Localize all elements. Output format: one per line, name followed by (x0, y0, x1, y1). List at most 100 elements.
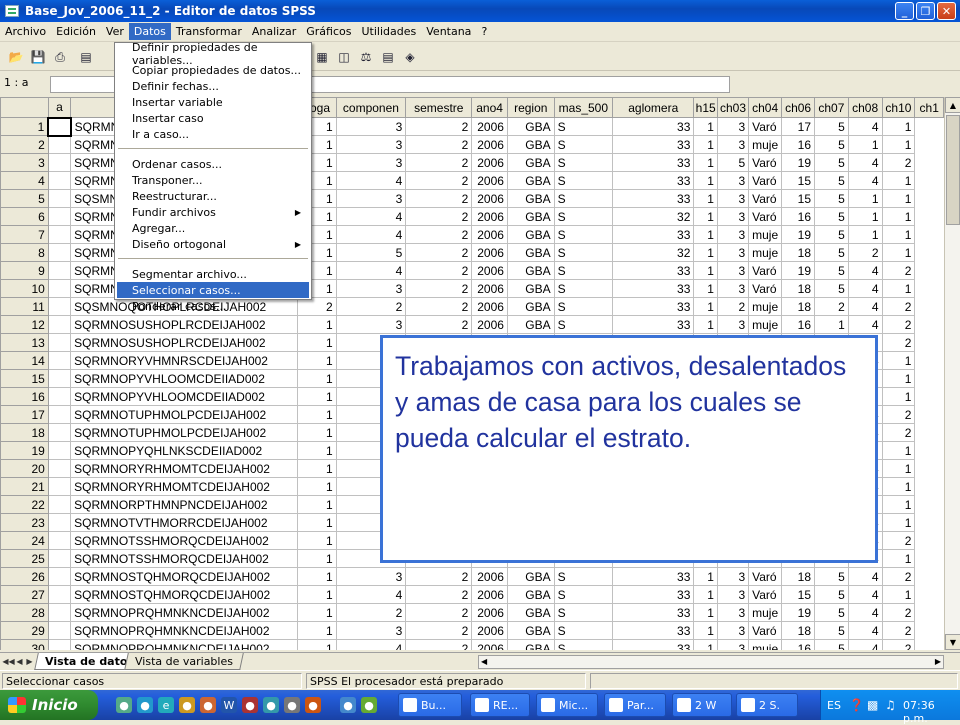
data-cell[interactable]: GBA (506, 189, 555, 208)
column-header[interactable]: ch08 (847, 97, 883, 118)
data-cell[interactable]: GBA (506, 225, 555, 244)
task-button[interactable]: Mic... (536, 693, 598, 717)
quicklaunch-icon[interactable]: ● (137, 697, 153, 713)
data-cell[interactable]: 2 (814, 297, 849, 316)
data-cell[interactable]: 2 (847, 243, 883, 262)
data-cell[interactable]: 5 (814, 171, 849, 190)
task-button[interactable]: Par... (604, 693, 666, 717)
data-cell[interactable]: 2 (881, 153, 916, 172)
close-button[interactable]: ✕ (937, 2, 956, 20)
data-cell[interactable]: 33 (612, 585, 695, 604)
data-cell[interactable]: 4 (847, 171, 883, 190)
data-cell[interactable]: 1 (296, 369, 337, 388)
start-button[interactable]: Inicio (0, 690, 98, 720)
menu-item-ordenar-casos[interactable]: Ordenar casos... (117, 156, 309, 172)
data-cell[interactable]: 5 (814, 603, 849, 622)
data-cell[interactable]: 33 (612, 603, 695, 622)
data-cell[interactable]: 1 (693, 189, 718, 208)
data-cell[interactable]: 15 (781, 585, 816, 604)
data-cell[interactable]: 4 (847, 315, 883, 334)
data-cell[interactable]: SQRMNOSTQHMORQCDEIJAH002 (70, 585, 298, 604)
data-cell[interactable]: 1 (296, 639, 337, 650)
data-cell[interactable] (47, 513, 72, 532)
data-cell[interactable]: 2006 (471, 225, 508, 244)
data-cell[interactable]: 2 (405, 639, 473, 650)
quicklaunch-icon[interactable]: ● (179, 697, 195, 713)
menu-analizar[interactable]: Analizar (247, 23, 301, 40)
data-cell[interactable]: 5 (814, 585, 849, 604)
column-header[interactable]: a (47, 97, 72, 118)
data-cell[interactable]: 4 (847, 117, 883, 136)
data-cell[interactable]: 3 (716, 171, 750, 190)
first-tab-icon[interactable]: ◀◀ (2, 655, 14, 668)
data-cell[interactable]: 3 (716, 567, 750, 586)
data-cell[interactable]: 33 (612, 189, 695, 208)
data-cell[interactable]: 3 (335, 153, 407, 172)
data-cell[interactable]: 15 (781, 171, 816, 190)
data-cell[interactable]: SQRMNOPYQHLNKSCDEIIAD002 (70, 441, 298, 460)
data-cell[interactable]: 2 (405, 621, 473, 640)
data-cell[interactable]: 2006 (471, 189, 508, 208)
vertical-scrollbar[interactable]: ▲ ▼ (944, 97, 960, 650)
data-cell[interactable]: 33 (612, 279, 695, 298)
data-cell[interactable] (47, 315, 72, 334)
data-cell[interactable]: S (553, 135, 614, 154)
data-cell[interactable]: GBA (506, 171, 555, 190)
data-cell[interactable]: 19 (781, 153, 816, 172)
data-cell[interactable]: 1 (693, 207, 718, 226)
data-cell[interactable]: 1 (693, 621, 718, 640)
quicklaunch-icon[interactable]: ● (263, 697, 279, 713)
data-cell[interactable]: 3 (716, 135, 750, 154)
data-cell[interactable]: 1 (847, 189, 883, 208)
task-button[interactable]: 2 S. (736, 693, 798, 717)
menu-ventana[interactable]: Ventana (421, 23, 476, 40)
select-cases-icon[interactable]: ▤ (378, 47, 398, 67)
scroll-down-icon[interactable]: ▼ (945, 634, 960, 650)
data-cell[interactable]: 1 (296, 531, 337, 550)
next-tab-icon[interactable]: ▶ (24, 655, 35, 668)
data-cell[interactable]: 2 (405, 315, 473, 334)
data-cell[interactable] (47, 495, 72, 514)
column-header[interactable]: ano4 (471, 97, 508, 118)
data-cell[interactable]: GBA (506, 135, 555, 154)
data-cell[interactable]: GBA (506, 153, 555, 172)
data-cell[interactable]: 1 (693, 243, 718, 262)
data-cell[interactable]: 33 (612, 135, 695, 154)
data-cell[interactable]: 2 (405, 171, 473, 190)
data-cell[interactable]: 2 (881, 297, 916, 316)
data-cell[interactable]: 4 (335, 261, 407, 280)
data-cell[interactable] (47, 225, 72, 244)
data-cell[interactable]: SQRMNOPYVHLOOMCDEIIAD002 (70, 369, 298, 388)
data-cell[interactable]: 18 (781, 279, 816, 298)
menu-item-reestructurar[interactable]: Reestructurar... (117, 188, 309, 204)
data-cell[interactable]: 1 (693, 117, 718, 136)
task-button[interactable]: Bu... (398, 693, 462, 717)
data-cell[interactable]: S (553, 225, 614, 244)
data-cell[interactable]: SQRMNORYRHMOMTCDEIJAH002 (70, 459, 298, 478)
data-cell[interactable]: S (553, 189, 614, 208)
data-cell[interactable]: 1 (296, 405, 337, 424)
data-cell[interactable]: 4 (335, 225, 407, 244)
data-cell[interactable]: 2 (881, 315, 916, 334)
data-cell[interactable] (47, 369, 72, 388)
data-cell[interactable] (47, 153, 72, 172)
data-cell[interactable]: 4 (335, 207, 407, 226)
menu-item-segmentar-archivo[interactable]: Segmentar archivo... (117, 266, 309, 282)
horizontal-scrollbar[interactable]: ◀ ▶ (478, 655, 944, 669)
data-cell[interactable]: GBA (506, 585, 555, 604)
data-cell[interactable]: 4 (847, 639, 883, 650)
network-icon[interactable]: ▩ (867, 698, 878, 712)
data-cell[interactable]: 3 (716, 621, 750, 640)
data-cell[interactable] (47, 585, 72, 604)
menu-item-agregar[interactable]: Agregar... (117, 220, 309, 236)
menu-item-ir-a-caso[interactable]: Ir a caso... (117, 126, 309, 142)
data-cell[interactable]: 2 (881, 567, 916, 586)
data-cell[interactable]: 4 (847, 297, 883, 316)
scroll-thumb[interactable] (946, 115, 960, 225)
data-cell[interactable]: muje (748, 603, 783, 622)
data-cell[interactable]: 3 (716, 279, 750, 298)
menu-archivo[interactable]: Archivo (0, 23, 51, 40)
data-cell[interactable]: 1 (296, 441, 337, 460)
task-button[interactable]: RE... (470, 693, 530, 717)
data-cell[interactable]: 2 (335, 297, 407, 316)
